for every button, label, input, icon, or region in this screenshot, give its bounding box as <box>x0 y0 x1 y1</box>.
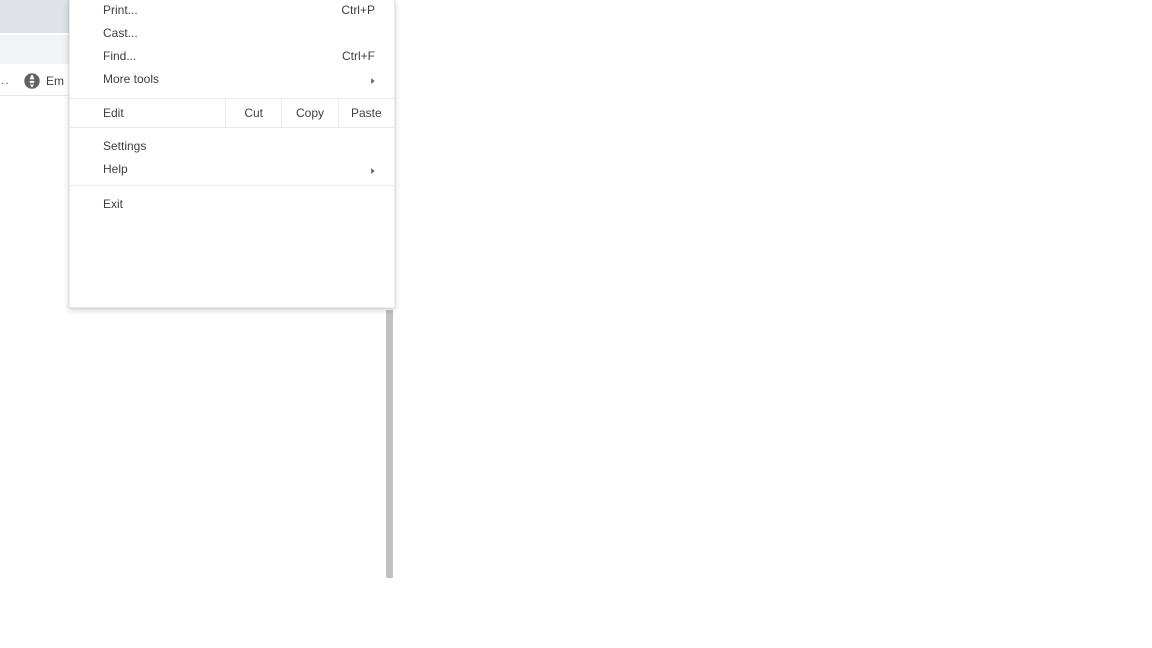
browser-toolbar <box>0 35 69 64</box>
bookmark-item[interactable]: Em <box>24 72 64 90</box>
chrome-main-menu: Print... Ctrl+P Cast... Find... Ctrl+F M… <box>69 0 395 308</box>
menu-separator <box>70 185 394 186</box>
menu-item-settings[interactable]: Settings <box>70 135 394 158</box>
edit-cut-button[interactable]: Cut <box>225 99 281 127</box>
menu-item-label: Exit <box>103 197 124 211</box>
menu-item-cast[interactable]: Cast... <box>70 22 394 45</box>
menu-item-label: Settings <box>103 139 147 153</box>
scrollbar-thumb[interactable] <box>386 310 393 578</box>
menu-item-shortcut: Ctrl+F <box>342 49 375 63</box>
menu-item-shortcut: Ctrl+P <box>341 3 375 17</box>
menu-item-help[interactable]: Help <box>70 158 394 181</box>
menu-item-label: Help <box>103 162 128 176</box>
edit-copy-button[interactable]: Copy <box>281 99 337 127</box>
menu-item-find[interactable]: Find... Ctrl+F <box>70 45 394 68</box>
menu-item-more-tools[interactable]: More tools <box>70 68 394 91</box>
menu-item-print[interactable]: Print... Ctrl+P <box>70 0 394 22</box>
bookmark-label: Em <box>46 74 64 88</box>
menu-item-exit[interactable]: Exit <box>70 193 394 216</box>
menu-item-edit-label: Edit <box>103 106 124 120</box>
menu-item-label: More tools <box>103 72 160 86</box>
tab-strip <box>0 0 69 33</box>
chevron-right-icon <box>368 75 378 85</box>
page-vertical-scrollbar[interactable] <box>383 309 395 579</box>
bookmarks-overflow-button[interactable]: .. <box>1 73 10 87</box>
menu-gap <box>70 128 394 135</box>
menu-item-label: Print... <box>103 3 138 17</box>
chevron-right-icon <box>368 165 378 175</box>
menu-gap <box>70 91 394 98</box>
menu-item-label: Find... <box>103 49 137 63</box>
edit-paste-button[interactable]: Paste <box>337 99 394 127</box>
globe-icon <box>24 73 40 89</box>
menu-edit-row: Edit Cut Copy Paste <box>70 98 394 128</box>
menu-item-label: Cast... <box>103 26 138 40</box>
